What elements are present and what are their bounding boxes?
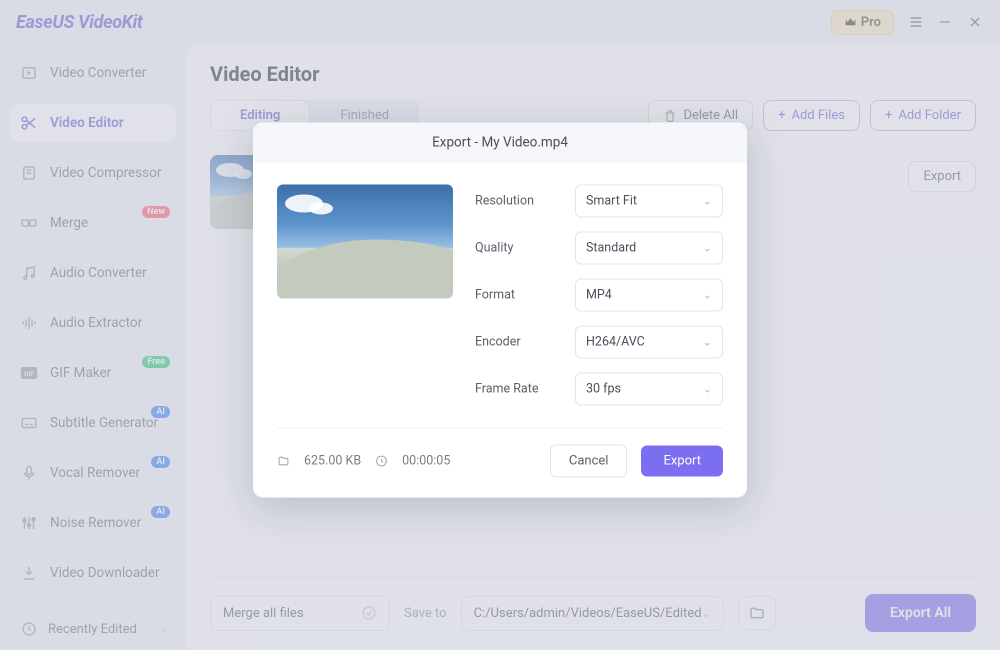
chevron-down-icon: ⌄ <box>703 289 712 302</box>
file-size: 625.00 KB <box>304 454 361 469</box>
field-quality: Quality Standard ⌄ <box>475 232 723 265</box>
format-value: MP4 <box>586 288 612 303</box>
encoder-select[interactable]: H264/AVC ⌄ <box>575 326 723 359</box>
resolution-label: Resolution <box>475 194 567 209</box>
modal-title: Export - My Video.mp4 <box>253 123 747 163</box>
frame-rate-select[interactable]: 30 fps ⌄ <box>575 373 723 406</box>
field-resolution: Resolution Smart Fit ⌄ <box>475 185 723 218</box>
quality-value: Standard <box>586 241 636 256</box>
modal-export-button[interactable]: Export <box>641 446 723 477</box>
file-size-icon <box>277 455 290 468</box>
resolution-value: Smart Fit <box>586 194 637 209</box>
chevron-down-icon: ⌄ <box>703 336 712 349</box>
format-label: Format <box>475 288 567 303</box>
chevron-down-icon: ⌄ <box>703 383 712 396</box>
cancel-button[interactable]: Cancel <box>550 445 628 478</box>
modal-thumbnail <box>277 185 453 299</box>
resolution-select[interactable]: Smart Fit ⌄ <box>575 185 723 218</box>
encoder-value: H264/AVC <box>586 335 645 350</box>
frame-rate-label: Frame Rate <box>475 382 567 397</box>
format-select[interactable]: MP4 ⌄ <box>575 279 723 312</box>
quality-select[interactable]: Standard ⌄ <box>575 232 723 265</box>
duration: 00:00:05 <box>402 454 450 469</box>
chevron-down-icon: ⌄ <box>703 242 712 255</box>
export-modal: Export - My Video.mp4 Resolution Smart F… <box>253 123 747 498</box>
encoder-label: Encoder <box>475 335 567 350</box>
modal-footer: 625.00 KB 00:00:05 Cancel Export <box>277 428 723 498</box>
chevron-down-icon: ⌄ <box>703 195 712 208</box>
field-encoder: Encoder H264/AVC ⌄ <box>475 326 723 359</box>
frame-rate-value: 30 fps <box>586 382 621 397</box>
duration-icon <box>375 455 388 468</box>
field-frame-rate: Frame Rate 30 fps ⌄ <box>475 373 723 406</box>
field-format: Format MP4 ⌄ <box>475 279 723 312</box>
quality-label: Quality <box>475 241 567 256</box>
